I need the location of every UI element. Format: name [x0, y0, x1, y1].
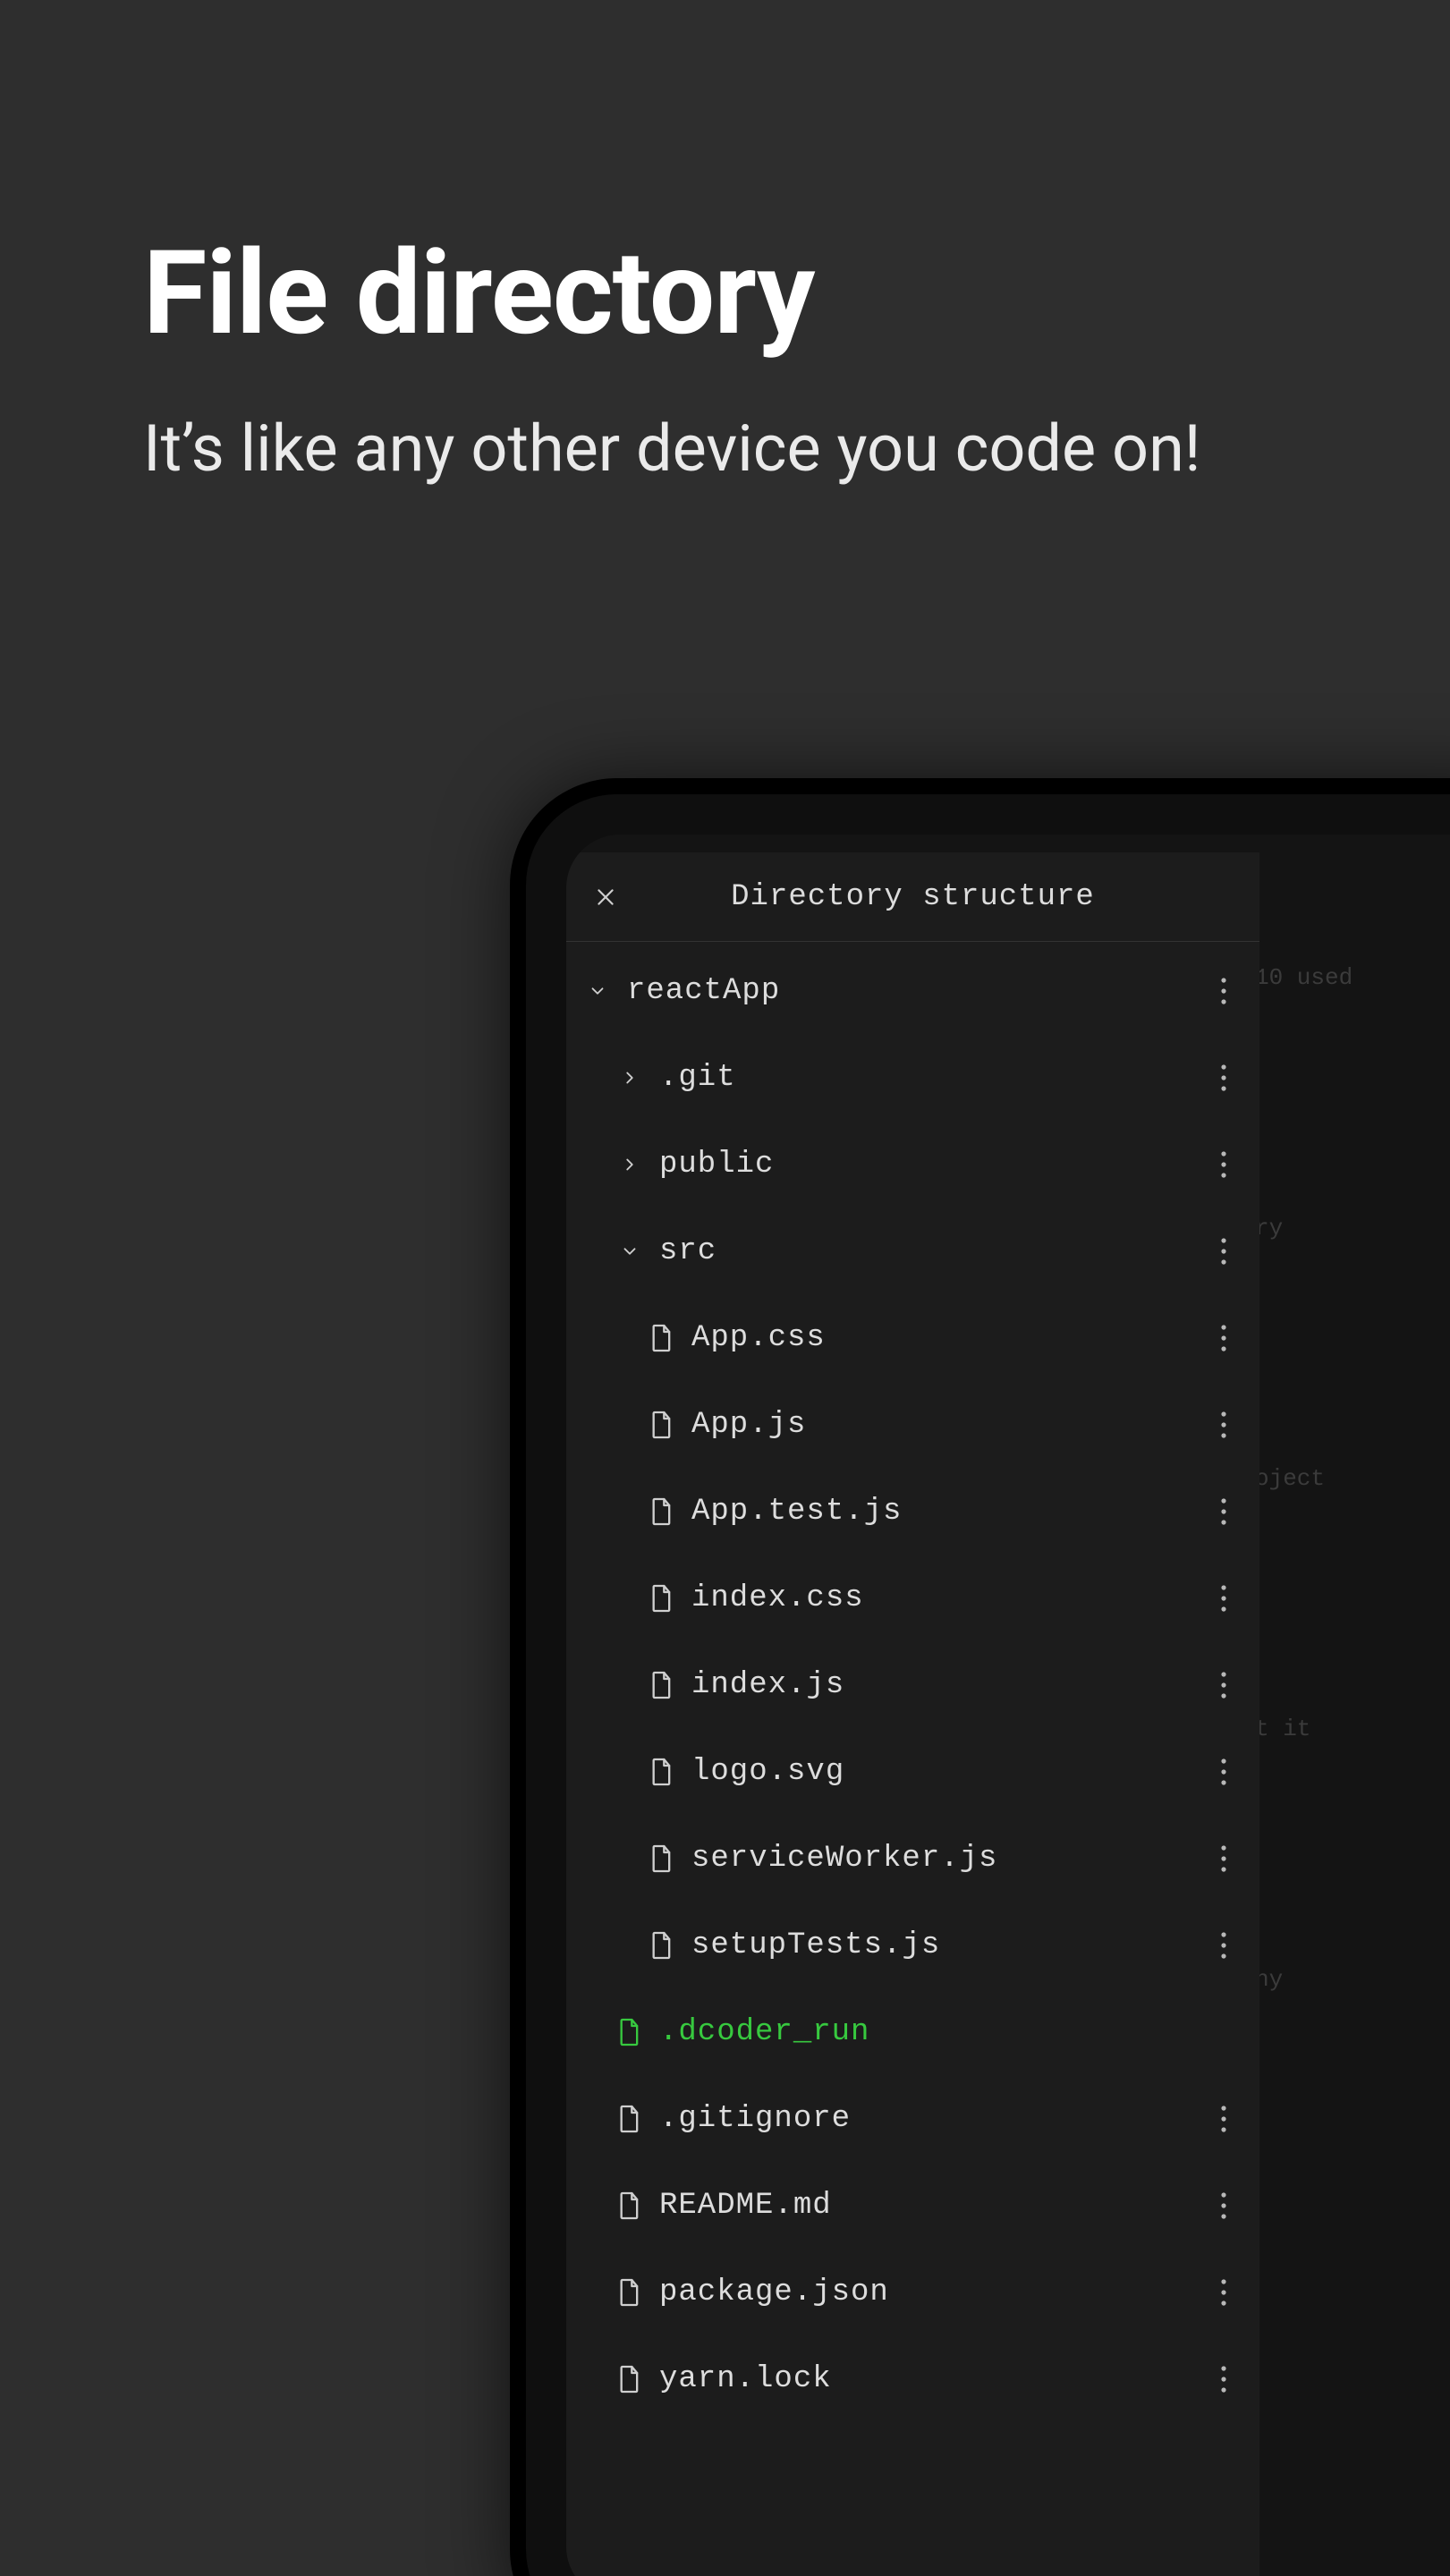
file-row-app-test-js[interactable]: App.test.js: [566, 1468, 1259, 1555]
tree-item-label: .gitignore: [659, 2102, 1206, 2136]
tree-item-label: App.css: [691, 1321, 1206, 1355]
page-subtitle: It’s like any other device you code on!: [143, 409, 1307, 489]
tree-item-label: App.test.js: [691, 1495, 1206, 1529]
more-vertical-icon[interactable]: [1206, 1745, 1242, 1799]
file-row-serviceworker-js[interactable]: serviceWorker.js: [566, 1815, 1259, 1902]
tree-item-label: serviceWorker.js: [691, 1842, 1206, 1876]
tree-item-label: yarn.lock: [659, 2362, 1206, 2396]
tree-item-label: logo.svg: [691, 1755, 1206, 1789]
chevron-down-icon[interactable]: [615, 1241, 645, 1261]
close-icon[interactable]: [588, 879, 623, 915]
file-icon: [647, 1583, 677, 1614]
panel-header: Directory structure: [566, 852, 1259, 942]
tree-item-label: .git: [659, 1061, 1206, 1095]
file-row-app-js[interactable]: App.js: [566, 1381, 1259, 1468]
file-icon: [647, 1670, 677, 1700]
more-vertical-icon[interactable]: [1206, 1398, 1242, 1452]
file-icon: [647, 1496, 677, 1527]
file-row-logo-svg[interactable]: logo.svg: [566, 1728, 1259, 1815]
more-vertical-icon[interactable]: [1206, 2266, 1242, 2319]
device-frame: 10 used ry oject t it ny Directory struc…: [510, 778, 1450, 2576]
folder-row-reactapp[interactable]: reactApp: [566, 947, 1259, 1034]
more-vertical-icon[interactable]: [1206, 964, 1242, 1018]
file-icon: [615, 2190, 645, 2221]
tree-item-label: src: [659, 1234, 1206, 1268]
file-row--gitignore[interactable]: .gitignore: [566, 2075, 1259, 2162]
more-vertical-icon[interactable]: [1206, 1919, 1242, 1972]
more-vertical-icon[interactable]: [1206, 1051, 1242, 1105]
more-vertical-icon[interactable]: [1206, 1485, 1242, 1538]
more-vertical-icon[interactable]: [1206, 2352, 1242, 2406]
file-row-readme-md[interactable]: README.md: [566, 2162, 1259, 2249]
directory-panel: Directory structure reactApp .git public sr…: [566, 852, 1259, 2576]
more-vertical-icon[interactable]: [1206, 1658, 1242, 1712]
chevron-right-icon[interactable]: [615, 1068, 645, 1088]
folder-row-src[interactable]: src: [566, 1208, 1259, 1294]
background-code-snippets: 10 used ry oject t it ny: [1255, 915, 1352, 2042]
more-vertical-icon[interactable]: [1206, 1572, 1242, 1625]
tree-item-label: package.json: [659, 2275, 1206, 2309]
more-vertical-icon[interactable]: [1206, 1138, 1242, 1191]
file-icon: [647, 1843, 677, 1874]
more-vertical-icon[interactable]: [1206, 1224, 1242, 1278]
tree-item-label: public: [659, 1148, 1206, 1182]
file-icon: [615, 2104, 645, 2134]
directory-tree: reactApp .git public src App.css App.js App.te…: [566, 942, 1259, 2576]
tree-item-label: .dcoder_run: [659, 2015, 1242, 2049]
file-icon: [615, 2277, 645, 2308]
folder-row-public[interactable]: public: [566, 1121, 1259, 1208]
file-icon: [615, 2017, 645, 2047]
file-icon: [647, 1757, 677, 1787]
device-screen: 10 used ry oject t it ny Directory struc…: [566, 835, 1450, 2576]
file-row--dcoder-run[interactable]: .dcoder_run: [566, 1988, 1259, 2075]
file-row-yarn-lock[interactable]: yarn.lock: [566, 2335, 1259, 2422]
file-row-index-css[interactable]: index.css: [566, 1555, 1259, 1641]
tree-item-label: App.js: [691, 1408, 1206, 1442]
file-row-package-json[interactable]: package.json: [566, 2249, 1259, 2335]
tree-item-label: index.js: [691, 1668, 1206, 1702]
more-vertical-icon[interactable]: [1206, 1832, 1242, 1885]
panel-title: Directory structure: [654, 880, 1172, 914]
tree-item-label: reactApp: [627, 974, 1206, 1008]
file-icon: [647, 1323, 677, 1353]
page-title: File directory: [143, 233, 1307, 355]
chevron-right-icon[interactable]: [615, 1155, 645, 1174]
file-row-index-js[interactable]: index.js: [566, 1641, 1259, 1728]
chevron-down-icon[interactable]: [582, 981, 613, 1001]
file-row-app-css[interactable]: App.css: [566, 1294, 1259, 1381]
folder-row--git[interactable]: .git: [566, 1034, 1259, 1121]
more-vertical-icon[interactable]: [1206, 2092, 1242, 2146]
file-row-setuptests-js[interactable]: setupTests.js: [566, 1902, 1259, 1988]
more-vertical-icon[interactable]: [1206, 1311, 1242, 1365]
tree-item-label: setupTests.js: [691, 1928, 1206, 1962]
file-icon: [647, 1930, 677, 1961]
file-icon: [615, 2364, 645, 2394]
more-vertical-icon[interactable]: [1206, 2179, 1242, 2233]
tree-item-label: README.md: [659, 2189, 1206, 2223]
tree-item-label: index.css: [691, 1581, 1206, 1615]
file-icon: [647, 1410, 677, 1440]
